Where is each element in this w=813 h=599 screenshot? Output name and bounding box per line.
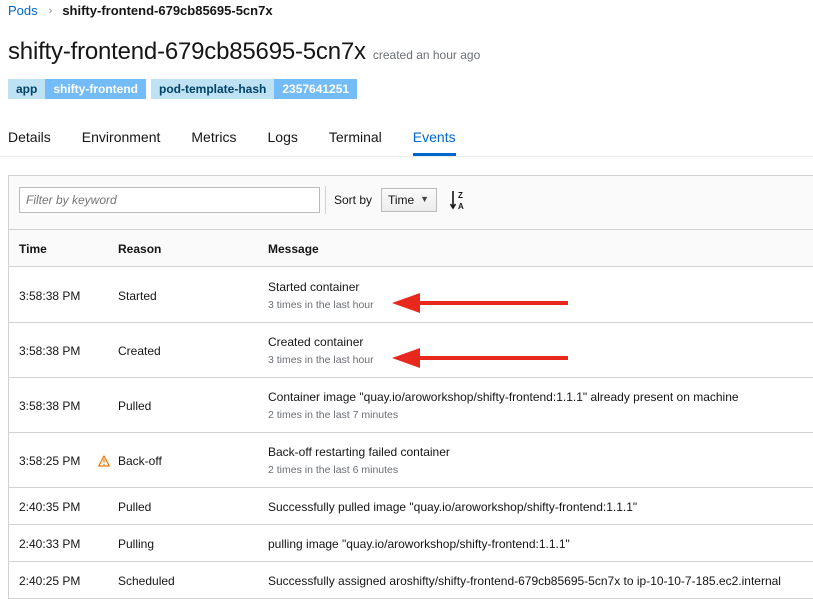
sort-alpha-desc-icon[interactable]: Z A	[450, 189, 466, 211]
table-row: 2:40:33 PM Pulling pulling image "quay.i…	[9, 525, 813, 562]
table-row: 3:58:38 PM Pulled Container image "quay.…	[9, 378, 813, 433]
page-header: shifty-frontend-679cb85695-5cn7x created…	[8, 38, 480, 66]
event-count: 2 times in the last 6 minutes	[268, 464, 399, 476]
event-message: Created container	[268, 335, 364, 349]
breadcrumb-link-pods[interactable]: Pods	[8, 3, 38, 18]
event-reason: Back-off	[118, 454, 162, 468]
event-reason: Pulled	[118, 399, 152, 413]
event-message-cell: Started container 3 times in the last ho…	[268, 280, 374, 311]
event-time: 3:58:38 PM	[19, 344, 81, 358]
event-time: 3:58:38 PM	[19, 399, 81, 413]
tab-environment[interactable]: Environment	[74, 120, 161, 156]
table-row: 2:40:35 PM Pulled Successfully pulled im…	[9, 488, 813, 525]
toolbar-divider	[325, 186, 326, 214]
tab-events[interactable]: Events	[405, 120, 456, 156]
table-row: 2:40:25 PM Scheduled Successfully assign…	[9, 562, 813, 599]
tab-terminal[interactable]: Terminal	[321, 120, 382, 156]
event-time: 2:40:35 PM	[19, 500, 81, 514]
event-message-cell: Back-off restarting failed container 2 t…	[268, 445, 450, 476]
event-time: 2:40:33 PM	[19, 537, 81, 551]
tab-details[interactable]: Details	[0, 120, 51, 156]
label-value: 2357641251	[274, 79, 358, 99]
svg-text:Z: Z	[458, 191, 463, 200]
label-pod-template-hash[interactable]: pod-template-hash 2357641251	[151, 79, 358, 99]
label-value: shifty-frontend	[45, 79, 146, 99]
event-message: Successfully assigned aroshifty/shifty-f…	[268, 574, 781, 588]
chevron-down-icon: ▼	[420, 194, 429, 204]
events-toolbar: Sort by Time ▼ Z A	[9, 176, 813, 230]
event-reason: Pulling	[118, 537, 155, 551]
event-reason: Created	[118, 344, 161, 358]
page-title: shifty-frontend-679cb85695-5cn7x	[8, 38, 366, 65]
event-reason: Scheduled	[118, 574, 175, 588]
event-message: Container image "quay.io/aroworkshop/shi…	[268, 390, 739, 404]
created-timestamp: created an hour ago	[372, 48, 481, 62]
warning-triangle-icon	[98, 455, 110, 467]
column-header-reason[interactable]: Reason	[118, 242, 161, 256]
svg-text:A: A	[458, 202, 464, 211]
annotation-arrow-icon	[392, 293, 568, 313]
column-header-time[interactable]: Time	[19, 242, 47, 256]
event-count: 3 times in the last hour	[268, 354, 374, 366]
event-message: Successfully pulled image "quay.io/arowo…	[268, 500, 638, 514]
event-message: Started container	[268, 280, 360, 294]
events-panel: Sort by Time ▼ Z A Time Reason Message 3…	[8, 175, 813, 599]
pod-labels: app shifty-frontend pod-template-hash 23…	[8, 79, 362, 99]
event-message: Back-off restarting failed container	[268, 445, 450, 459]
event-reason: Started	[118, 289, 157, 303]
label-key: pod-template-hash	[151, 79, 275, 99]
tab-metrics[interactable]: Metrics	[183, 120, 236, 156]
event-count: 2 times in the last 7 minutes	[268, 409, 399, 421]
tab-logs[interactable]: Logs	[260, 120, 298, 156]
event-count: 3 times in the last hour	[268, 299, 374, 311]
table-row: 3:58:25 PM Back-off Back-off restarting …	[9, 433, 813, 488]
annotation-arrow-icon	[392, 348, 568, 368]
column-header-message[interactable]: Message	[268, 242, 319, 256]
table-header: Time Reason Message	[9, 230, 813, 267]
event-time: 3:58:38 PM	[19, 289, 81, 303]
label-key: app	[8, 79, 46, 99]
event-reason: Pulled	[118, 500, 152, 514]
filter-input[interactable]	[19, 187, 320, 213]
breadcrumb-separator-icon: ›	[48, 4, 53, 17]
sort-by-label: Sort by	[334, 193, 373, 207]
sort-select-value: Time	[388, 193, 415, 207]
event-time: 2:40:25 PM	[19, 574, 81, 588]
tab-bar: Details Environment Metrics Logs Termina…	[0, 120, 813, 157]
event-message: pulling image "quay.io/aroworkshop/shift…	[268, 537, 570, 551]
label-app[interactable]: app shifty-frontend	[8, 79, 146, 99]
breadcrumb: Pods › shifty-frontend-679cb85695-5cn7x	[8, 3, 273, 18]
event-message-cell: Container image "quay.io/aroworkshop/shi…	[268, 390, 739, 421]
event-message-cell: Created container 3 times in the last ho…	[268, 335, 374, 366]
sort-select[interactable]: Time ▼	[381, 188, 437, 212]
event-time: 3:58:25 PM	[19, 454, 81, 468]
breadcrumb-current: shifty-frontend-679cb85695-5cn7x	[62, 3, 273, 18]
